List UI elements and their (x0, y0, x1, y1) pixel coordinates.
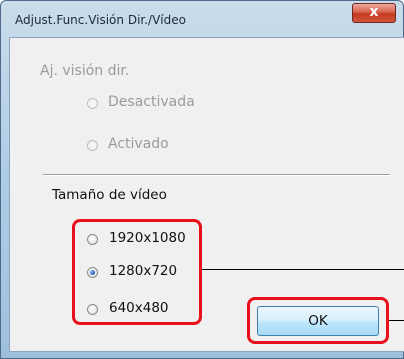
ok-callout-line (389, 320, 404, 321)
group-separator (43, 174, 390, 176)
radio-activado[interactable] (87, 140, 98, 151)
video-size-label: Tamaño de vídeo (52, 187, 167, 203)
video-size-callout-line (202, 269, 404, 270)
close-button[interactable]: x (352, 3, 396, 23)
ok-button-highlight (247, 297, 389, 344)
dialog-window: Adjust.Func.Visión Dir./Vídeo x Aj. visi… (0, 0, 404, 359)
window-title: Adjust.Func.Visión Dir./Vídeo (15, 13, 186, 27)
live-view-label: Aj. visión dir. (40, 63, 130, 79)
title-bar: Adjust.Func.Visión Dir./Vídeo x (1, 1, 403, 35)
radio-desactivada[interactable] (87, 98, 98, 109)
option-activado-label: Activado (108, 136, 169, 152)
video-size-highlight (72, 219, 202, 325)
close-icon: x (369, 4, 379, 20)
option-desactivada-label: Desactivada (108, 94, 195, 110)
